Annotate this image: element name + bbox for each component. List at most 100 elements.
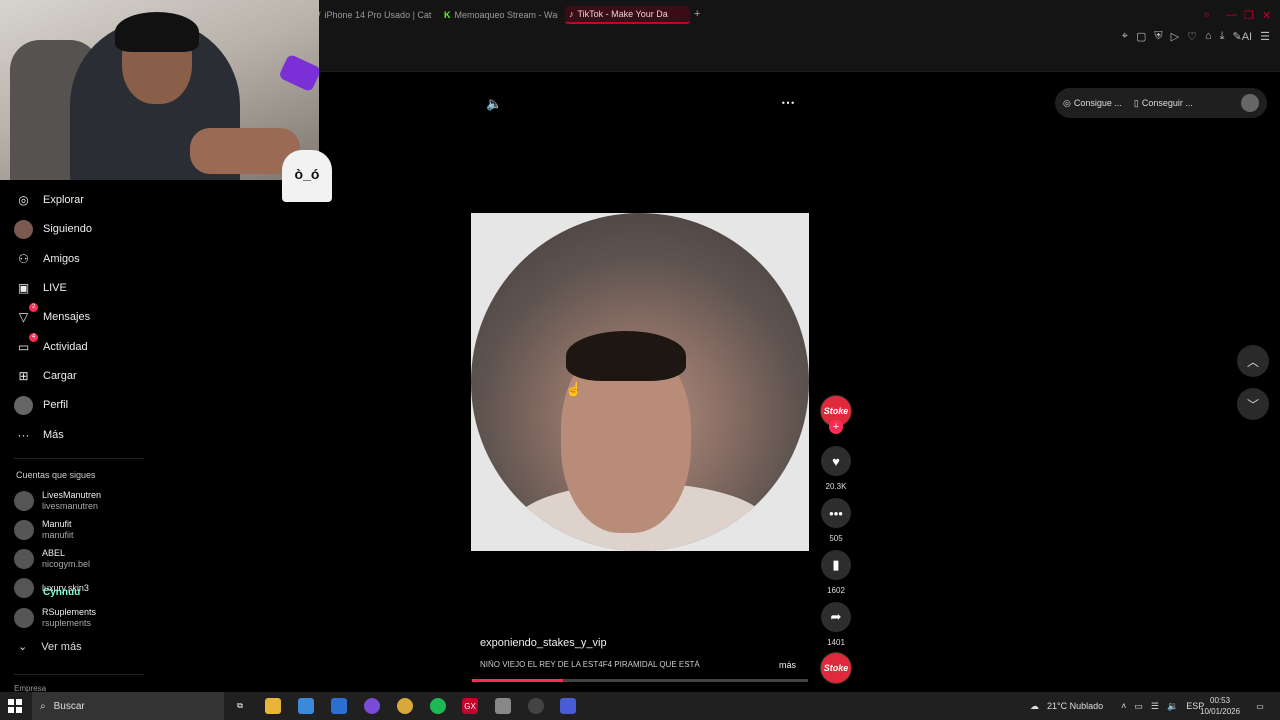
pill-label: Conseguir ... [1141,98,1193,108]
music-disc-button[interactable]: Stoke [820,652,852,684]
account-item[interactable]: RSuplements rsuplements [14,605,96,631]
wifi-icon[interactable]: ☰ [1151,701,1159,712]
opera-gx-icon[interactable]: GX [462,698,478,714]
weather-text[interactable]: 21°C Nublado [1047,701,1103,711]
shield-icon[interactable]: ⛨ [1154,30,1162,43]
tiktok-icon: ♪ [569,9,574,19]
taskbar-search[interactable]: ⌕ Buscar [32,692,224,720]
chat-overlay-name: Cynnuu [43,587,81,598]
chevron-up-icon: ︿ [1246,354,1259,369]
close-icon[interactable]: ✕ [1262,9,1271,22]
ellipsis-icon[interactable]: ⋯ [781,94,795,111]
see-more-button[interactable]: ⌄ Ver más [18,640,82,654]
bookmark-icon[interactable]: ▮ [821,550,851,580]
snapshot-icon[interactable]: ▢ [1136,30,1146,43]
stack-icon[interactable] [495,698,511,714]
sidebar-item-cargar[interactable]: ⊞ Cargar [14,365,76,387]
chevron-up-icon[interactable]: ˄ [1121,701,1126,711]
tab-tiktok[interactable]: ♪ TikTok - Make Your Da [565,6,690,24]
sidebar-item-perfil[interactable]: Perfil [14,394,68,416]
file-explorer-icon[interactable] [265,698,281,714]
sidebar-item-explorar[interactable]: ◎ Explorar [14,189,84,211]
avatar [14,549,34,569]
heart-icon[interactable]: ♡ [1187,30,1197,43]
download-icon[interactable]: ⤓ [1220,30,1225,43]
sidebar-item-label: Actividad [43,341,88,353]
profile-avatar-icon [14,395,33,415]
task-view-icon[interactable]: ⧉ [232,698,248,714]
windows-start-icon[interactable] [8,699,22,713]
outlook-icon[interactable] [331,698,347,714]
video-progress-bar[interactable] [472,679,808,682]
comment-icon[interactable]: ••• [821,498,851,528]
wallet-icon[interactable]: ⌂ [1205,30,1212,43]
sidebar-item-label: Mensajes [43,311,91,323]
menu-icon[interactable]: ☰ [1260,30,1270,43]
following-section-title: Cuentas que sigues [16,470,96,480]
tab-label: iPhone 14 Pro Usado | Cat [324,10,432,20]
sidebar-item-label: Explorar [43,194,84,206]
account-item[interactable]: LivesManutren livesmanutren [14,488,101,514]
obs-icon[interactable] [528,698,544,714]
more-icon: ··· [17,428,30,442]
chat-app-icon[interactable] [364,698,380,714]
ai-icon[interactable]: ✎AI [1233,30,1253,43]
app-icon[interactable] [397,698,413,714]
app-blue-icon[interactable] [560,698,576,714]
notifications-icon[interactable]: ▭ [1252,698,1268,714]
upload-icon: ⊞ [18,369,29,383]
tab-memoaqueo[interactable]: K Memoaqueo Stream - Wal [440,6,558,24]
tab-iphone[interactable]: / iPhone 14 Pro Usado | Cat [314,6,432,24]
like-action[interactable]: ♥ 20.3K [820,446,852,491]
pill-label: Consigue ... [1073,98,1122,108]
purple-object [278,53,319,93]
system-tray: ☁ 21°C Nublado ˄ ▭ ☰ 🔉 ESP [1030,692,1204,720]
store-icon[interactable] [298,698,314,714]
avatar[interactable] [1241,94,1259,112]
account-handle: nicogym.bel [42,559,91,569]
sidebar-item-mas[interactable]: ··· Más [14,424,64,446]
see-more-label: Ver más [41,640,82,653]
friends-icon: ⚇ [18,252,29,266]
streamer-hair [115,12,199,52]
sidebar-item-actividad[interactable]: ▭ 4 Actividad [14,332,88,358]
play-icon[interactable]: ▷ [1171,30,1179,43]
clock[interactable]: 00:53 10/01/2026 [1200,695,1240,717]
sidebar-item-siguiendo[interactable]: Siguiendo [14,218,92,240]
save-action[interactable]: ▮ 1602 [820,550,852,595]
spotify-icon[interactable] [430,698,446,714]
next-video-button[interactable]: ﹀ [1237,388,1269,420]
account-item[interactable]: ABEL nicogym.bel [14,546,90,572]
video-player[interactable] [471,213,809,551]
get-coins-button[interactable]: ◎ Consigue ... [1063,98,1122,109]
sidebar-item-label: Perfil [43,399,69,411]
video-author[interactable]: exponiendo_stakes_y_vip [480,637,607,649]
speaker-icon[interactable]: 🔈 [486,96,502,112]
follow-plus-button[interactable]: + [829,420,843,434]
volume-icon[interactable]: 🔉 [1167,701,1178,712]
share-action[interactable]: ➦ 1401 [820,602,852,647]
sidebar-item-live[interactable]: ▣ LIVE [14,277,67,299]
date: 10/01/2026 [1200,707,1241,716]
comment-action[interactable]: ••• 505 [820,498,852,543]
sidebar: ◎ Explorar Siguiendo ⚇ Amigos ▣ LIVE ▽ 2 … [0,180,160,693]
new-tab-button[interactable]: + [694,8,704,20]
share-icon[interactable]: ➦ [821,602,851,632]
maximize-icon[interactable]: ❐ [1244,9,1254,22]
network-icon[interactable]: ▭ [1134,701,1143,712]
heart-icon[interactable]: ♥ [821,446,851,476]
account-handle: rsuplements [42,618,92,628]
previous-video-button[interactable]: ︿ [1237,345,1269,377]
avatar [14,578,34,598]
account-handle: manufiit [42,530,74,540]
sidebar-item-amigos[interactable]: ⚇ Amigos [14,248,80,270]
sidebar-item-label: LIVE [43,282,67,294]
minimize-icon[interactable]: — [1226,9,1237,21]
get-app-button[interactable]: ▯ Conseguir ... [1134,98,1193,109]
search-icon[interactable]: ⌕ [1204,9,1210,22]
pin-icon[interactable]: ⌖ [1122,30,1128,43]
sidebar-item-mensajes[interactable]: ▽ 2 Mensajes [14,302,91,328]
account-item[interactable]: Manufit manufiit [14,517,74,543]
description-more-button[interactable]: más [779,660,796,670]
save-count: 1602 [827,586,845,595]
